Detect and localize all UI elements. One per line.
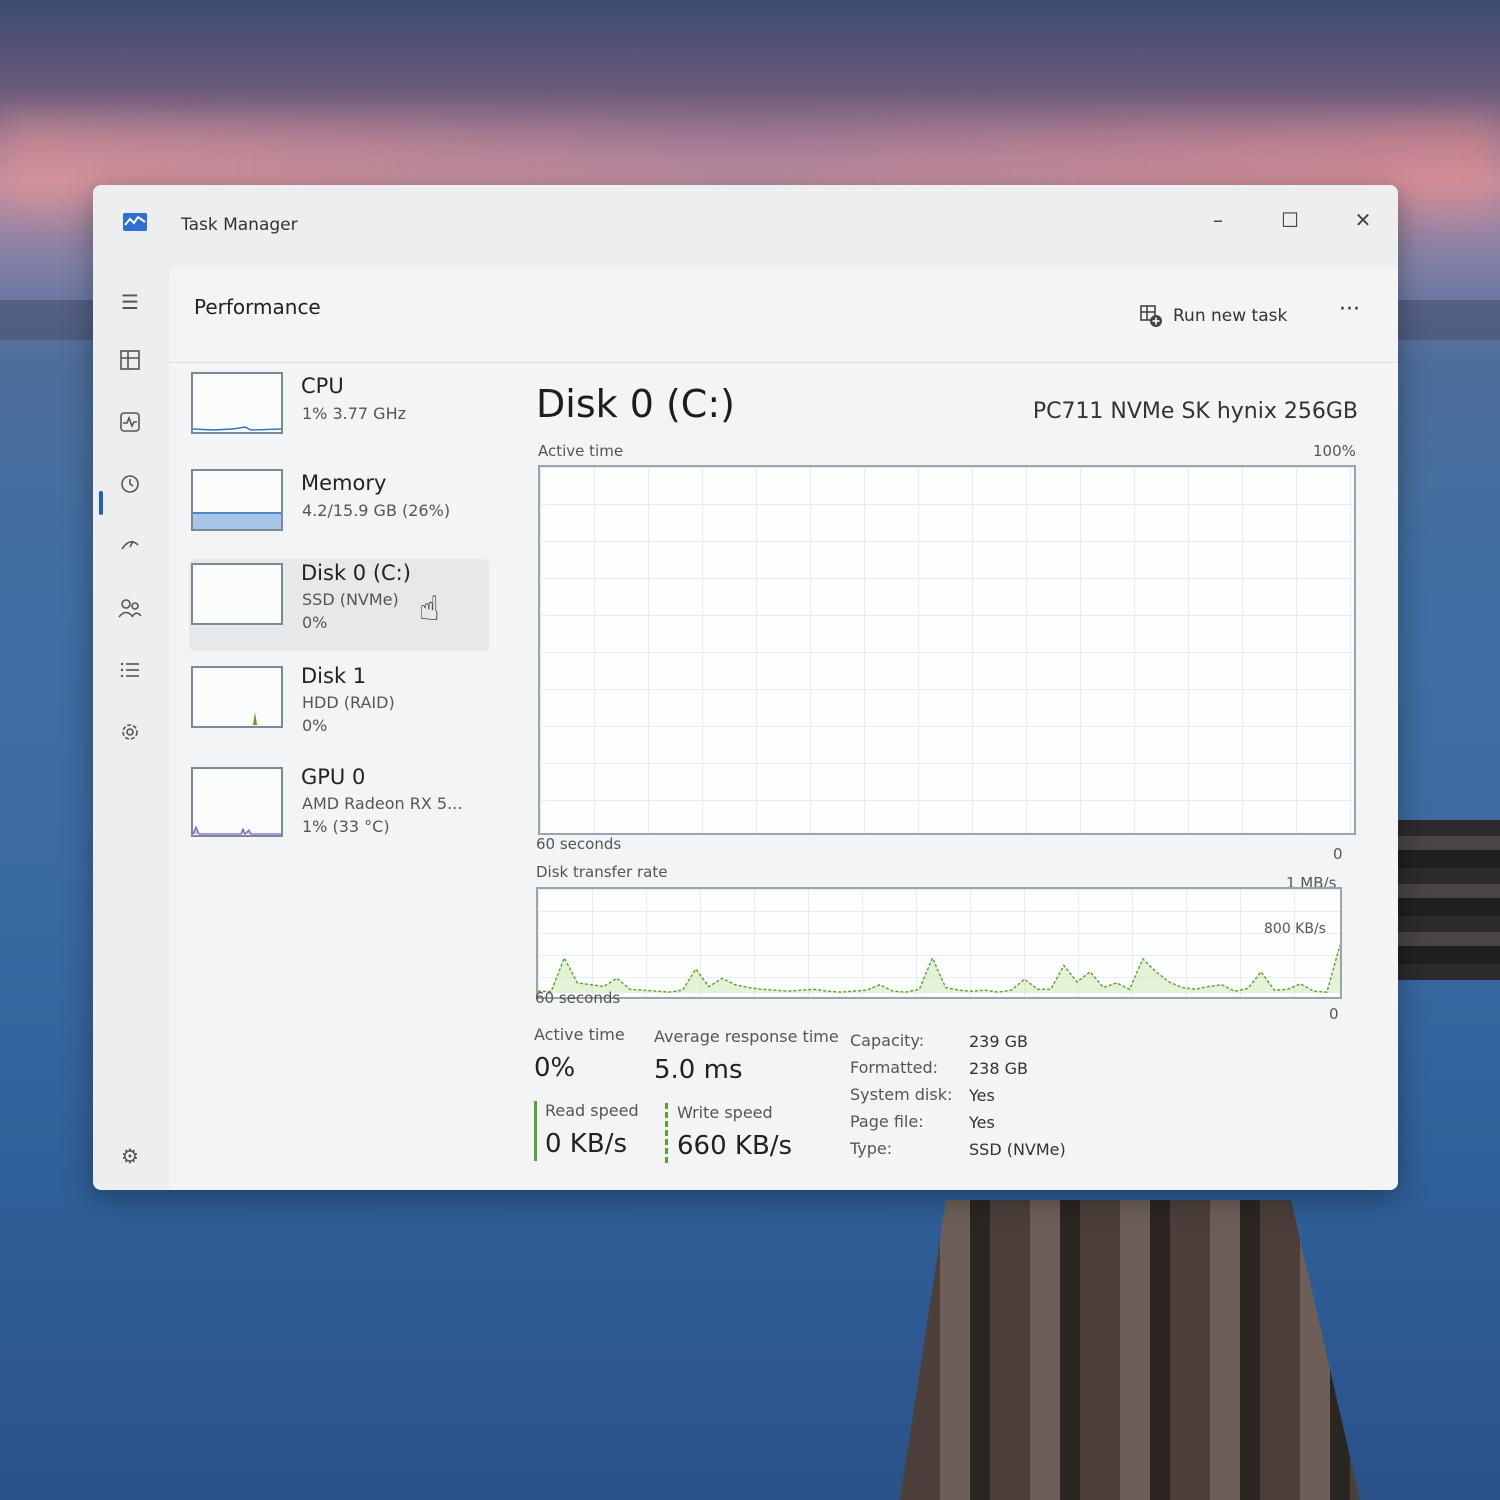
device-name: Memory	[301, 471, 387, 495]
selected-indicator	[99, 491, 103, 515]
capacity-key: Capacity:	[850, 1031, 925, 1050]
device-detail: AMD Radeon RX 5...	[302, 794, 463, 813]
device-usage: 0%	[302, 613, 328, 632]
memory-usage-fill	[193, 511, 281, 529]
task-manager-icon	[123, 213, 147, 231]
cpu-thumbnail	[191, 372, 283, 434]
app-history-icon[interactable]	[115, 473, 145, 503]
memory-thumbnail	[191, 469, 283, 531]
hamburger-menu-icon[interactable]: ☰	[115, 287, 145, 317]
stat-read-speed-label: Read speed	[545, 1101, 639, 1120]
device-detail: HDD (RAID)	[302, 693, 395, 712]
page-file-value: Yes	[969, 1113, 995, 1132]
disk-title: Disk 0 (C:)	[536, 382, 735, 426]
window-title: Task Manager	[181, 215, 298, 235]
type-value: SSD (NVMe)	[969, 1140, 1066, 1159]
transfer-rate-graph-label: Disk transfer rate	[536, 863, 668, 881]
device-usage: 0%	[302, 716, 328, 735]
gpu-thumbnail	[191, 767, 283, 837]
active-time-graph-label: Active time	[538, 442, 624, 460]
transfer-rate-mid-label: 800 KB/s	[1264, 921, 1326, 937]
page-file-key: Page file:	[850, 1112, 924, 1131]
system-disk-value: Yes	[969, 1086, 995, 1105]
device-cpu[interactable]: CPU 1% 3.77 GHz	[189, 372, 489, 462]
stat-active-time-label: Active time	[534, 1025, 625, 1044]
stat-write-speed-value: 660 KB/s	[677, 1131, 793, 1161]
disk1-thumbnail	[191, 666, 283, 728]
stat-read-speed-value: 0 KB/s	[545, 1129, 627, 1159]
maximize-button[interactable]: ☐	[1270, 205, 1310, 235]
run-task-icon	[1140, 305, 1162, 327]
active-time-span-label: 60 seconds	[536, 835, 622, 853]
device-name: Disk 1	[301, 664, 367, 688]
device-name: Disk 0 (C:)	[301, 561, 411, 585]
services-icon[interactable]	[115, 721, 145, 751]
pier-wallpaper-side	[1385, 820, 1500, 980]
performance-icon[interactable]	[115, 411, 145, 441]
more-options-button[interactable]: ···	[1339, 297, 1360, 322]
system-disk-key: System disk:	[850, 1085, 953, 1104]
device-memory[interactable]: Memory 4.2/15.9 GB (26%)	[189, 469, 489, 559]
header-divider	[169, 362, 1398, 363]
device-gpu0[interactable]: GPU 0 AMD Radeon RX 5... 1% (33 °C)	[189, 763, 489, 853]
details-icon[interactable]	[115, 659, 145, 689]
users-icon[interactable]	[115, 597, 145, 627]
capacity-value: 239 GB	[969, 1032, 1028, 1051]
device-disk1[interactable]: Disk 1 HDD (RAID) 0%	[189, 662, 489, 752]
transfer-rate-area	[538, 945, 1340, 993]
disk-model: PC711 NVMe SK hynix 256GB	[1032, 399, 1358, 424]
device-name: GPU 0	[301, 765, 366, 789]
title-bar: Task Manager – ☐ ✕	[93, 185, 1398, 263]
device-name: CPU	[301, 374, 344, 398]
read-speed-legend-bar	[534, 1101, 537, 1161]
task-manager-window: Task Manager – ☐ ✕ ☰ ⚙ Performance Run n…	[93, 185, 1398, 1190]
nav-rail: ☰ ⚙	[93, 263, 169, 1190]
active-time-graph	[538, 465, 1356, 835]
stat-avg-response-value: 5.0 ms	[654, 1055, 743, 1085]
device-detail: 1% 3.77 GHz	[302, 404, 407, 423]
active-time-min-label: 0	[1333, 845, 1343, 863]
stat-avg-response-label: Average response time	[654, 1027, 839, 1046]
disk0-thumbnail	[191, 563, 283, 625]
stat-write-speed-label: Write speed	[677, 1103, 773, 1122]
device-temperature: 1% (33 °C)	[302, 817, 390, 836]
startup-apps-icon[interactable]	[115, 535, 145, 565]
transfer-rate-plot	[537, 945, 1341, 993]
device-disk0[interactable]: Disk 0 (C:) SSD (NVMe) 0%	[189, 559, 489, 651]
minimize-button[interactable]: –	[1198, 205, 1238, 235]
close-button[interactable]: ✕	[1343, 205, 1383, 235]
performance-panel: Performance Run new task ··· CPU 1% 3.77…	[169, 267, 1398, 1190]
device-detail: SSD (NVMe)	[302, 590, 399, 609]
formatted-key: Formatted:	[850, 1058, 939, 1077]
formatted-value: 238 GB	[969, 1059, 1028, 1078]
stat-active-time-value: 0%	[534, 1053, 576, 1083]
active-time-max-label: 100%	[1313, 442, 1356, 460]
write-speed-legend-bar	[665, 1103, 668, 1163]
device-detail: 4.2/15.9 GB (26%)	[302, 501, 451, 520]
transfer-rate-min-label: 0	[1329, 1005, 1339, 1023]
hand-pointer-icon: ☝	[419, 589, 440, 629]
transfer-rate-span-label: 60 seconds	[535, 989, 621, 1007]
pier-wallpaper	[900, 1200, 1360, 1500]
run-new-task-button[interactable]: Run new task	[1139, 301, 1287, 331]
type-key: Type:	[850, 1139, 893, 1158]
run-new-task-label: Run new task	[1173, 306, 1288, 326]
settings-gear-icon[interactable]: ⚙	[115, 1141, 145, 1171]
page-title: Performance	[194, 295, 321, 319]
transfer-rate-graph: 800 KB/s	[536, 887, 1342, 999]
processes-icon[interactable]	[115, 349, 145, 379]
